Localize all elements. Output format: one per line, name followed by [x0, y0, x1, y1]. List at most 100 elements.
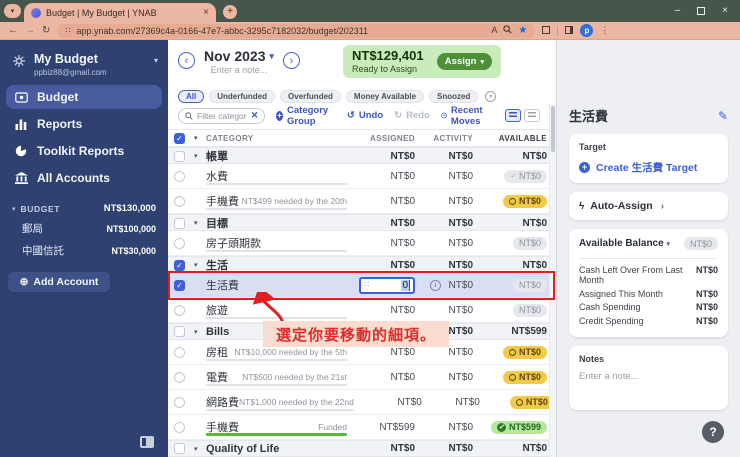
assign-button[interactable]: Assign ▾	[436, 53, 492, 70]
table-scrollbar[interactable]	[549, 104, 556, 457]
row-checkbox[interactable]	[174, 195, 185, 207]
account-row[interactable]: 郵局 NT$100,000	[22, 221, 156, 236]
available-cell[interactable]: NT$0	[473, 151, 547, 162]
sidebar-item-reports[interactable]: Reports	[6, 112, 162, 136]
activity-value[interactable]: NT$0	[415, 280, 473, 291]
search-lens-icon[interactable]	[503, 25, 513, 36]
budget-switcher[interactable]: My Budget ppbiz88@gmail.com ▾	[12, 52, 158, 77]
window-close-button[interactable]: ×	[722, 5, 728, 16]
help-button[interactable]: ?	[702, 421, 724, 443]
new-tab-button[interactable]: +	[223, 5, 237, 19]
next-month-button[interactable]: ›	[282, 52, 300, 69]
available-cell[interactable]: NT$0	[473, 345, 547, 359]
column-header-activity[interactable]: ACTIVITY	[415, 134, 473, 143]
row-checkbox[interactable]	[174, 396, 185, 408]
available-cell[interactable]: NT$0	[473, 370, 547, 384]
filter-pill-money-available[interactable]: Money Available	[345, 89, 425, 103]
activity-value[interactable]: NT$0	[415, 196, 473, 207]
row-checkbox[interactable]: ✓	[174, 279, 185, 291]
assigned-value[interactable]: NT$0	[355, 305, 415, 316]
row-checkbox[interactable]	[174, 304, 185, 316]
available-balance-toggle[interactable]: Available Balance ▾	[579, 238, 670, 249]
group-caret-icon[interactable]: ▾	[194, 261, 206, 269]
available-cell[interactable]: NT$0	[473, 303, 547, 317]
group-caret-icon[interactable]: ▾	[194, 445, 206, 453]
activity-value[interactable]: NT$0	[415, 443, 473, 454]
filter-pill-snoozed[interactable]: Snoozed	[429, 89, 479, 103]
category-name[interactable]: 手機費	[206, 193, 239, 209]
extensions-icon[interactable]	[542, 25, 551, 36]
category-row[interactable]: 電費 NT$500 needed by the 21st NT$0 NT$0 NT$0	[168, 365, 556, 390]
available-cell[interactable]: ✓ NT$0	[473, 169, 547, 183]
category-row[interactable]: 手機費 Funded NT$599 NT$0 ✓ NT$599	[168, 415, 556, 440]
filter-pill-all[interactable]: All	[178, 89, 205, 103]
row-checkbox[interactable]	[174, 421, 185, 433]
activity-value[interactable]: NT$0	[415, 260, 473, 271]
available-pill[interactable]: NT$0	[512, 303, 547, 317]
collapse-all-icon[interactable]: ▾	[194, 134, 206, 142]
category-name[interactable]: 房子頭期款	[206, 235, 261, 251]
category-name[interactable]: Bills	[206, 326, 229, 338]
sidebar-item-toolkit-reports[interactable]: Toolkit Reports	[6, 139, 162, 163]
available-cell[interactable]: NT$0	[473, 260, 547, 271]
select-all-checkbox[interactable]: ✓	[174, 132, 185, 144]
filter-pill-underfunded[interactable]: Underfunded	[209, 89, 276, 103]
window-minimize-button[interactable]: –	[675, 5, 681, 16]
sidebar-item-budget[interactable]: Budget	[6, 85, 162, 109]
assigned-value[interactable]: NT$0	[355, 372, 415, 383]
available-cell[interactable]: ✓ NT$599	[473, 420, 547, 434]
snooze-options-icon[interactable]: ▾	[485, 90, 497, 102]
available-pill[interactable]: NT$0	[502, 345, 547, 359]
category-name[interactable]: 生活	[206, 257, 228, 273]
previous-month-button[interactable]: ‹	[178, 52, 195, 69]
view-default-toggle[interactable]	[505, 109, 521, 122]
browser-tab[interactable]: Budget | My Budget | YNAB ×	[24, 3, 216, 22]
activity-value[interactable]: NT$0	[415, 171, 473, 182]
available-pill[interactable]: NT$0	[502, 194, 547, 208]
translate-icon[interactable]: A	[491, 26, 497, 35]
row-checkbox[interactable]	[174, 326, 185, 337]
assigned-value[interactable]: NT$0	[355, 260, 415, 271]
available-cell[interactable]: NT$0	[473, 194, 547, 208]
assigned-value[interactable]: NT$0	[355, 151, 415, 162]
assigned-value[interactable]: NT$0	[355, 218, 415, 229]
activity-value[interactable]: NT$0	[415, 238, 473, 249]
reload-icon[interactable]: ↻	[42, 25, 50, 36]
available-pill[interactable]: NT$0	[512, 278, 547, 292]
available-cell[interactable]: NT$0	[473, 236, 547, 250]
category-name[interactable]: 房租	[206, 344, 228, 360]
month-selector[interactable]: Nov 2023 ▾	[204, 48, 274, 64]
available-cell[interactable]: NT$0	[473, 278, 547, 292]
activity-value[interactable]: NT$0	[415, 347, 473, 358]
category-name[interactable]: 旅遊	[206, 302, 228, 318]
activity-value[interactable]: NT$0	[422, 397, 479, 408]
group-caret-icon[interactable]: ▾	[194, 152, 206, 160]
category-row[interactable]: 旅遊 NT$0 NT$0 NT$0	[168, 298, 556, 323]
site-info-icon[interactable]: ∷	[65, 26, 70, 35]
available-cell[interactable]: NT$0	[480, 395, 554, 409]
category-name[interactable]: Quality of Life	[206, 443, 279, 455]
row-checkbox[interactable]	[174, 237, 185, 249]
auto-assign-card[interactable]: ϟ Auto-Assign ›	[569, 192, 728, 220]
category-name[interactable]: 水費	[206, 168, 228, 184]
assigned-value[interactable]: NT$0	[355, 196, 415, 207]
assigned-value[interactable]: NT$599	[355, 422, 415, 433]
filter-pill-overfunded[interactable]: Overfunded	[280, 89, 341, 103]
category-name[interactable]: 生活費	[206, 277, 239, 293]
profile-avatar[interactable]: p	[580, 24, 594, 37]
budget-accounts-section[interactable]: ▾ BUDGET NT$130,000	[12, 203, 156, 214]
activity-value[interactable]: NT$0	[415, 422, 473, 433]
category-group-row[interactable]: ▾ 目標 NT$0 NT$0 NT$0	[168, 214, 556, 231]
category-row[interactable]: 手機費 NT$499 needed by the 20th NT$0 NT$0 NT$0	[168, 189, 556, 214]
group-caret-icon[interactable]: ▾	[194, 219, 206, 227]
add-account-button[interactable]: ⊕ Add Account	[8, 272, 110, 292]
address-field[interactable]: ∷ app.ynab.com/27369c4a-0166-47e7-abbc-3…	[57, 23, 536, 38]
available-cell[interactable]: NT$0	[473, 443, 547, 454]
column-header-assigned[interactable]: ASSIGNED	[355, 134, 415, 143]
redo-button[interactable]: ↻ Redo	[394, 110, 430, 121]
activity-value[interactable]: NT$0	[415, 218, 473, 229]
menu-dots-icon[interactable]: ⋮	[600, 26, 609, 35]
category-row[interactable]: 網路費 NT$1,000 needed by the 22nd NT$0 NT$0 NT…	[168, 390, 556, 415]
category-name[interactable]: 網路費	[206, 394, 239, 410]
assigned-input[interactable]: ∷ 0	[359, 276, 415, 294]
